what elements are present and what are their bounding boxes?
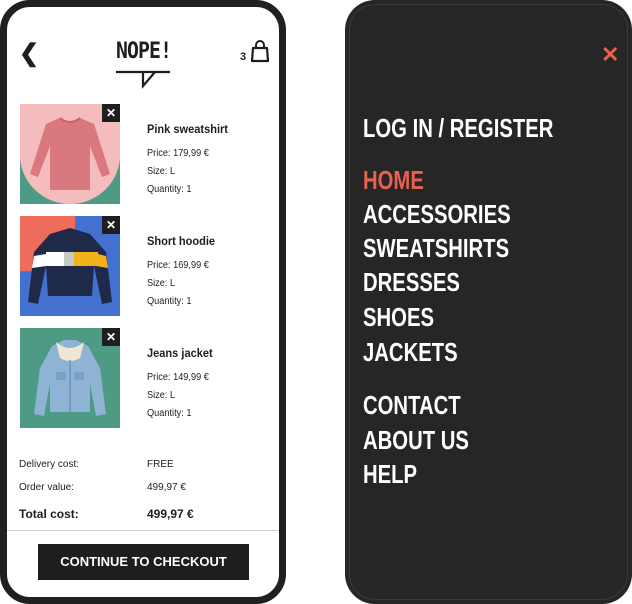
item-quantity: Quantity: 1 [147,184,192,195]
remove-item-icon[interactable]: ✕ [102,216,120,234]
cart-item: ✕ Pink sweatshirt Price: 179,99 € Size: … [20,104,270,206]
remove-item-icon[interactable]: ✕ [102,104,120,122]
item-size: Size: L [147,278,176,289]
item-quantity: Quantity: 1 [147,296,192,307]
delivery-cost-value: FREE [147,459,174,470]
back-arrow-icon[interactable]: ❮ [19,42,39,66]
order-value-label: Order value: [19,482,75,493]
menu-item-jackets[interactable]: JACKETS [363,337,458,367]
item-price: Price: 179,99 € [147,148,209,159]
total-cost-label: Total cost: [19,507,79,521]
menu-item-accessories[interactable]: ACCESSORIES [363,199,511,229]
menu-item-contact[interactable]: CONTACT [363,390,461,420]
speech-bubble-icon [116,70,170,89]
delivery-cost-label: Delivery cost: [19,459,80,470]
logo-text: NOPE! [116,39,172,64]
menu-item-help[interactable]: HELP [363,459,417,489]
logo: NOPE! [113,37,173,97]
item-price: Price: 169,99 € [147,260,209,271]
item-quantity: Quantity: 1 [147,408,192,419]
item-name: Jeans jacket [147,346,213,360]
divider [7,530,279,531]
shopping-bag-icon[interactable] [251,39,269,63]
menu-item-about-us[interactable]: ABOUT US [363,425,469,455]
login-register-link[interactable]: LOG IN / REGISTER [363,113,553,143]
cart-item: ✕ Short hoodie Price: 169,99 € Size: L Q… [20,216,270,318]
item-name: Short hoodie [147,234,216,248]
cart-item: ✕ Jeans jacket Price: 149,99 € Size: L Q… [20,328,270,430]
continue-to-checkout-button[interactable]: CONTINUE TO CHECKOUT [38,544,249,580]
item-size: Size: L [147,390,176,401]
item-size: Size: L [147,166,176,177]
remove-item-icon[interactable]: ✕ [102,328,120,346]
item-price: Price: 149,99 € [147,372,209,383]
cart-count: 3 [240,51,247,63]
item-name: Pink sweatshirt [147,122,228,136]
order-value-value: 499,97 € [147,482,186,493]
menu-screen: ✕ LOG IN / REGISTER HOME ACCESSORIES SWE… [345,0,632,604]
menu-item-sweatshirts[interactable]: SWEATSHIRTS [363,233,509,263]
menu-item-shoes[interactable]: SHOES [363,302,434,332]
menu-item-dresses[interactable]: DRESSES [363,267,460,297]
close-icon[interactable]: ✕ [601,44,619,66]
total-cost-value: 499,97 € [147,507,194,521]
menu-item-home[interactable]: HOME [363,165,424,195]
cart-screen: ❮ NOPE! 3 ✕ Pink sweatshirt Price: 179,9… [0,0,286,604]
